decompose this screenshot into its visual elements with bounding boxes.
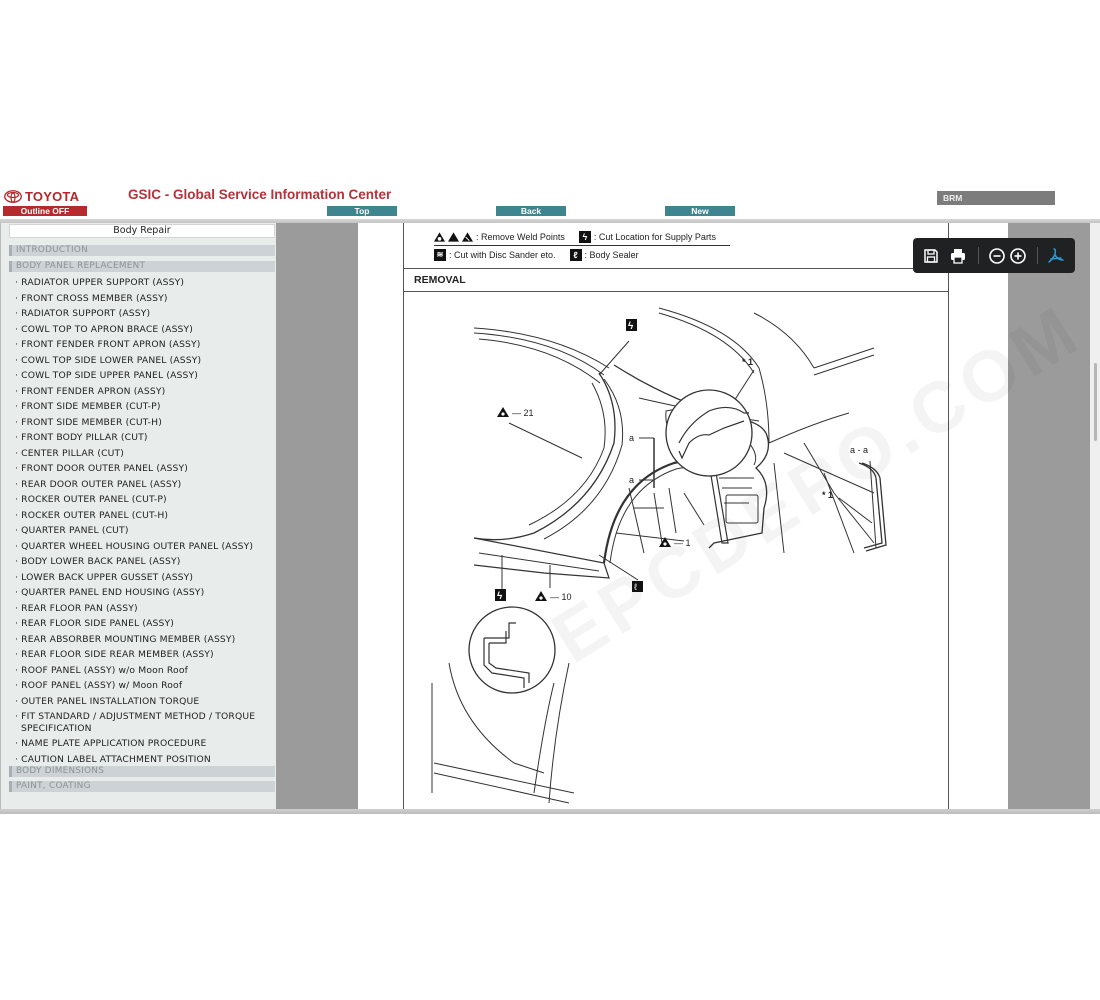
svg-text:ϟ: ϟ	[497, 591, 503, 602]
gsic-window: TOYOTA GSIC - Global Service Information…	[0, 186, 1100, 814]
sidebar-item[interactable]: ROOF PANEL (ASSY) w/o Moon Roof	[15, 665, 273, 677]
sidebar-section-paint-coating[interactable]: PAINT, COATING	[9, 781, 275, 792]
sidebar-item[interactable]: FRONT BODY PILLAR (CUT)	[15, 432, 273, 444]
sidebar-item[interactable]: COWL TOP TO APRON BRACE (ASSY)	[15, 324, 273, 336]
sidebar-item[interactable]: QUARTER PANEL END HOUSING (ASSY)	[15, 587, 273, 599]
sidebar-item[interactable]: FRONT SIDE MEMBER (CUT-P)	[15, 401, 273, 413]
new-button[interactable]: New	[665, 206, 735, 216]
vertical-scrollbar[interactable]	[1090, 223, 1100, 811]
back-button[interactable]: Back	[496, 206, 566, 216]
sidebar-item[interactable]: REAR FLOOR SIDE REAR MEMBER (ASSY)	[15, 649, 273, 661]
weld-callout-1: — 1	[674, 538, 691, 548]
scrollbar-thumb[interactable]	[1094, 363, 1097, 441]
viewer-gutter-right	[1008, 223, 1090, 811]
page-margin-right	[949, 223, 1008, 811]
body-sealer-icon: ℓ	[569, 249, 582, 261]
save-icon[interactable]	[922, 247, 940, 265]
section-callout-star-1: * 1	[822, 490, 833, 500]
sidebar-item[interactable]: CENTER PILLAR (CUT)	[15, 448, 273, 460]
section-title: REMOVAL	[414, 274, 466, 286]
viewer-gutter-left	[276, 223, 358, 811]
sidebar-item[interactable]: RADIATOR UPPER SUPPORT (ASSY)	[15, 277, 273, 289]
sidebar-item[interactable]: FRONT FENDER APRON (ASSY)	[15, 386, 273, 398]
sidebar-section-body-panel-replacement[interactable]: BODY PANEL REPLACEMENT	[9, 261, 275, 272]
legend-disc-sander: : Cut with Disc Sander eto.	[449, 250, 556, 260]
outline-toggle-button[interactable]: Outline OFF	[3, 206, 87, 216]
svg-text:ϟ: ϟ	[628, 321, 634, 332]
sidebar-item[interactable]: BODY LOWER BACK PANEL (ASSY)	[15, 556, 273, 568]
sidebar-item[interactable]: REAR FLOOR PAN (ASSY)	[15, 603, 273, 615]
page-margin-left	[358, 223, 403, 811]
section-marker-a: a	[629, 433, 634, 443]
toyota-emblem-icon	[4, 189, 22, 203]
top-button[interactable]: Top	[327, 206, 397, 216]
toyota-logo: TOYOTA	[4, 188, 79, 204]
sidebar-section-introduction[interactable]: INTRODUCTION	[9, 245, 275, 256]
toolbar-separator	[978, 247, 979, 264]
sidebar-item[interactable]: FRONT SIDE MEMBER (CUT-H)	[15, 417, 273, 429]
sidebar-item[interactable]: CAUTION LABEL ATTACHMENT POSITION	[15, 754, 273, 766]
document-page: : Remove Weld Points ϟ : Cut Location fo…	[403, 223, 1095, 811]
sidebar-item[interactable]: REAR FLOOR SIDE PANEL (ASSY)	[15, 618, 273, 630]
sidebar-section-body-dimensions[interactable]: BODY DIMENSIONS	[9, 766, 275, 777]
cut-location-icon: ϟ	[578, 231, 591, 243]
toolbar-separator	[1037, 247, 1038, 264]
legend-divider	[434, 245, 730, 246]
disc-sander-icon: ≋	[434, 249, 446, 261]
app-title: GSIC - Global Service Information Center	[128, 187, 392, 202]
sidebar-item[interactable]: ROCKER OUTER PANEL (CUT-H)	[15, 510, 273, 522]
acrobat-icon[interactable]	[1047, 247, 1065, 265]
sidebar-item[interactable]: REAR ABSORBER MOUNTING MEMBER (ASSY)	[15, 634, 273, 646]
sidebar-item[interactable]: REAR DOOR OUTER PANEL (ASSY)	[15, 479, 273, 491]
weld-point-triangle-icon	[434, 232, 445, 242]
sidebar-item[interactable]: OUTER PANEL INSTALLATION TORQUE	[15, 696, 273, 708]
sidebar-item[interactable]: FRONT CROSS MEMBER (ASSY)	[15, 293, 273, 305]
sidebar-item[interactable]: NAME PLATE APPLICATION PROCEDURE	[15, 738, 273, 750]
zoom-out-icon[interactable]	[988, 247, 1006, 265]
legend-weld-points: : Remove Weld Points	[476, 232, 565, 242]
legend-row: : Remove Weld Points ϟ : Cut Location fo…	[434, 231, 716, 243]
sidebar-item[interactable]: FRONT DOOR OUTER PANEL (ASSY)	[15, 463, 273, 475]
sidebar-item[interactable]: RADIATOR SUPPORT (ASSY)	[15, 308, 273, 320]
pdf-toolbar	[913, 238, 1075, 273]
weld-callout-21: — 21	[512, 408, 534, 418]
window-bottom-edge	[0, 809, 1100, 814]
sidebar-outline: Body Repair INTRODUCTION BODY PANEL REPL…	[0, 223, 276, 811]
sidebar-item[interactable]: COWL TOP SIDE LOWER PANEL (ASSY)	[15, 355, 273, 367]
sidebar-item[interactable]: COWL TOP SIDE UPPER PANEL (ASSY)	[15, 370, 273, 382]
sidebar-title: Body Repair	[9, 224, 275, 238]
section-view-label: a - a	[850, 445, 868, 455]
removal-diagram: EPCDEPO.COM	[404, 289, 1095, 811]
section-marker-a: a	[629, 475, 634, 485]
weld-callout-10: — 10	[550, 592, 572, 602]
sidebar-item[interactable]: FRONT FENDER FRONT APRON (ASSY)	[15, 339, 273, 351]
legend-row: ≋ : Cut with Disc Sander eto. ℓ : Body S…	[434, 249, 639, 261]
callout-star-1: * 1	[742, 357, 753, 367]
header: TOYOTA GSIC - Global Service Information…	[0, 186, 1100, 223]
section-header: REMOVAL	[404, 268, 948, 292]
legend-body-sealer: : Body Sealer	[584, 250, 639, 260]
brand-name: TOYOTA	[25, 188, 80, 204]
sidebar-item[interactable]: FIT STANDARD / ADJUSTMENT METHOD / TORQU…	[15, 711, 273, 734]
quarter-panel-illustration: — 21 * 1 a a — 1 — 10 a - a * 1 ϟ ϟ ℓ	[431, 307, 887, 804]
print-icon[interactable]	[949, 247, 967, 265]
sidebar-item[interactable]: QUARTER WHEEL HOUSING OUTER PANEL (ASSY)	[15, 541, 273, 553]
weld-point-triangle-icon	[448, 232, 459, 242]
legend-cut-location: : Cut Location for Supply Parts	[593, 232, 716, 242]
sidebar-item[interactable]: ROCKER OUTER PANEL (CUT-P)	[15, 494, 273, 506]
manual-code-badge: BRM	[937, 191, 1055, 205]
sidebar-item[interactable]: ROOF PANEL (ASSY) w/ Moon Roof	[15, 680, 273, 692]
weld-point-triangle-icon	[462, 232, 473, 242]
zoom-in-icon[interactable]	[1009, 247, 1027, 265]
sidebar-item[interactable]: LOWER BACK UPPER GUSSET (ASSY)	[15, 572, 273, 584]
sidebar-item[interactable]: QUARTER PANEL (CUT)	[15, 525, 273, 537]
